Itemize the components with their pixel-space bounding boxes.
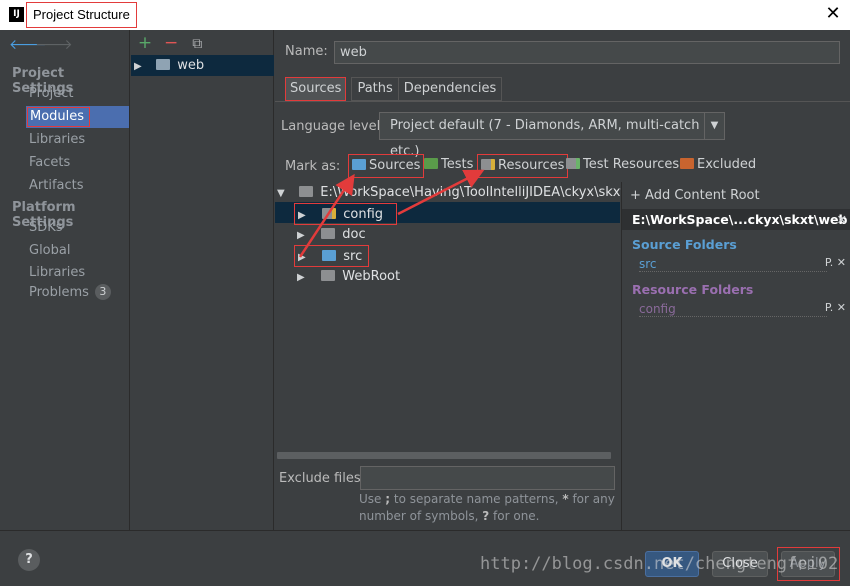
modules-toolbar: + − ⧉ bbox=[136, 34, 210, 52]
tab-dependencies[interactable]: Dependencies bbox=[397, 77, 503, 101]
help-icon[interactable]: ? bbox=[18, 549, 40, 571]
blog-watermark: http://blog.csdn.net/chengtengfei02 bbox=[480, 554, 839, 574]
mark-as-label: Mark as: bbox=[285, 159, 341, 174]
language-level-select[interactable]: Project default (7 - Diamonds, ARM, mult… bbox=[379, 112, 725, 159]
chevron-down-icon[interactable]: ▼ bbox=[704, 113, 724, 139]
module-tabs: Sources Paths Dependencies bbox=[285, 77, 503, 101]
intellij-app-icon: IJ bbox=[9, 7, 24, 22]
excluded-folder-icon bbox=[680, 158, 694, 169]
hint-part: for one. bbox=[489, 509, 540, 523]
remove-module-icon[interactable]: − bbox=[162, 34, 180, 52]
resource-folder-actions-icon[interactable]: P. ✕ bbox=[825, 301, 846, 314]
mark-test-resources-label: Test Resources bbox=[583, 157, 680, 172]
source-folder-actions-icon[interactable]: P. ✕ bbox=[825, 256, 846, 269]
mark-test-resources-button[interactable]: Test Resources bbox=[563, 154, 682, 178]
mark-sources-label: Sources bbox=[369, 158, 421, 173]
nav-item-libraries[interactable]: Libraries bbox=[26, 129, 129, 151]
problems-count-badge: 3 bbox=[94, 284, 111, 300]
mark-tests-label: Tests bbox=[441, 157, 474, 172]
window-title: Project Structure bbox=[26, 2, 137, 28]
module-item-web[interactable]: ▶ web bbox=[131, 55, 274, 76]
tab-sources[interactable]: Sources bbox=[285, 77, 347, 101]
mark-excluded-button[interactable]: Excluded bbox=[677, 154, 759, 178]
nav-item-modules[interactable]: Modules bbox=[26, 106, 129, 128]
nav-item-problems[interactable]: Problems 3 bbox=[26, 282, 129, 304]
nav-item-sdks[interactable]: SDKs bbox=[26, 217, 129, 239]
exclude-files-input[interactable] bbox=[360, 466, 615, 490]
hint-part: Use bbox=[359, 492, 386, 506]
exclude-files-hint: Use ; to separate name patterns, * for a… bbox=[359, 491, 619, 525]
folder-icon bbox=[321, 228, 336, 239]
add-content-root-button[interactable]: + Add Content Root bbox=[630, 188, 760, 203]
tree-row-webroot[interactable]: ▶ WebRoot bbox=[297, 266, 400, 287]
language-level-label: Language level: bbox=[281, 119, 385, 134]
remove-content-root-icon[interactable]: ✕ bbox=[837, 209, 847, 230]
tree-row-config[interactable]: ▶ config bbox=[294, 203, 397, 225]
modules-panel: + − ⧉ ▶ web bbox=[131, 30, 274, 530]
source-folder-icon bbox=[322, 250, 337, 261]
content-root-path: E:\WorkSpace\...ckyx\skxt\web bbox=[632, 212, 848, 227]
mark-resources-label: Resources bbox=[498, 158, 565, 173]
tree-webroot-label: WebRoot bbox=[342, 269, 401, 284]
test-resources-folder-icon bbox=[566, 158, 580, 169]
add-module-icon[interactable]: + bbox=[136, 34, 154, 52]
module-settings: Name: web Sources Paths Dependencies Langu… bbox=[275, 30, 850, 530]
resource-folder-icon bbox=[322, 208, 337, 219]
folder-icon bbox=[299, 186, 314, 197]
mark-sources-button[interactable]: Sources bbox=[348, 154, 425, 178]
close-window-icon[interactable]: ✕ bbox=[824, 5, 842, 23]
tab-paths[interactable]: Paths bbox=[351, 77, 399, 101]
dialog-footer: ? OK Close Apply http://blog.csdn.net/ch… bbox=[0, 530, 850, 586]
tree-src-label: src bbox=[343, 249, 363, 264]
expand-arrow-icon[interactable]: ▶ bbox=[134, 56, 148, 77]
source-folder-entry[interactable]: src bbox=[639, 256, 827, 272]
forward-arrow-icon[interactable]: 🡒 bbox=[35, 38, 73, 52]
tree-row-root[interactable]: ▼ E:\WorkSpace\Having\ToolIntelliJIDEA\c… bbox=[277, 182, 621, 203]
nav-item-facets[interactable]: Facets bbox=[26, 152, 129, 174]
problems-label: Problems bbox=[29, 285, 89, 300]
tab-divider bbox=[275, 101, 850, 102]
expand-arrow-icon[interactable]: ▶ bbox=[298, 205, 312, 226]
tree-row-doc[interactable]: ▶ doc bbox=[297, 224, 366, 245]
mark-resources-button[interactable]: Resources bbox=[477, 154, 569, 178]
sources-folder-icon bbox=[352, 159, 366, 170]
expand-arrow-icon[interactable]: ▶ bbox=[298, 247, 312, 268]
tree-config-label: config bbox=[343, 207, 384, 222]
content-root-row[interactable]: E:\WorkSpace\...ckyx\skxt\web ✕ bbox=[622, 209, 850, 230]
source-folder-name: src bbox=[639, 257, 657, 271]
mark-tests-button[interactable]: Tests bbox=[421, 154, 476, 178]
folder-icon bbox=[321, 270, 336, 281]
nav-item-project[interactable]: Project bbox=[26, 83, 129, 105]
module-name-input[interactable]: web bbox=[334, 41, 840, 64]
tests-folder-icon bbox=[424, 158, 438, 169]
back-arrow-icon[interactable]: 🡐 bbox=[9, 38, 47, 52]
source-folders-title: Source Folders bbox=[632, 237, 737, 252]
mark-excluded-label: Excluded bbox=[697, 157, 757, 172]
content-root-panel: + Add Content Root E:\WorkSpace\...ckyx\… bbox=[621, 182, 850, 530]
horizontal-scrollbar[interactable] bbox=[277, 452, 611, 459]
copy-module-icon[interactable]: ⧉ bbox=[188, 35, 206, 53]
tree-root-path: E:\WorkSpace\Having\ToolIntelliJIDEA\cky… bbox=[320, 185, 621, 200]
nav-item-global-libraries[interactable]: Global Libraries bbox=[26, 240, 129, 280]
nav-history: 🡐 🡒 bbox=[9, 38, 73, 53]
module-name: web bbox=[177, 58, 205, 73]
exclude-files-label: Exclude files: bbox=[279, 471, 366, 486]
collapse-arrow-icon[interactable]: ▼ bbox=[277, 183, 291, 203]
tree-row-src[interactable]: ▶ src bbox=[294, 245, 369, 267]
resources-folder-icon bbox=[481, 159, 495, 170]
expand-arrow-icon[interactable]: ▶ bbox=[297, 267, 311, 288]
nav-item-artifacts[interactable]: Artifacts bbox=[26, 175, 129, 197]
resource-folders-title: Resource Folders bbox=[632, 282, 754, 297]
resource-folder-entry[interactable]: config bbox=[639, 301, 827, 317]
name-label: Name: bbox=[285, 44, 328, 59]
settings-navigation: 🡐 🡒 Project Settings Project Modules Lib… bbox=[0, 30, 130, 530]
language-level-value: Project default (7 - Diamonds, ARM, mult… bbox=[390, 118, 700, 159]
title-bar: IJ Project Structure ✕ bbox=[0, 0, 850, 30]
tree-doc-label: doc bbox=[342, 227, 366, 242]
nav-item-modules-label: Modules bbox=[27, 107, 91, 127]
module-folder-icon bbox=[156, 59, 171, 70]
resource-folder-name: config bbox=[639, 302, 676, 316]
hint-part: to separate name patterns, bbox=[390, 492, 563, 506]
expand-arrow-icon[interactable]: ▶ bbox=[297, 225, 311, 246]
